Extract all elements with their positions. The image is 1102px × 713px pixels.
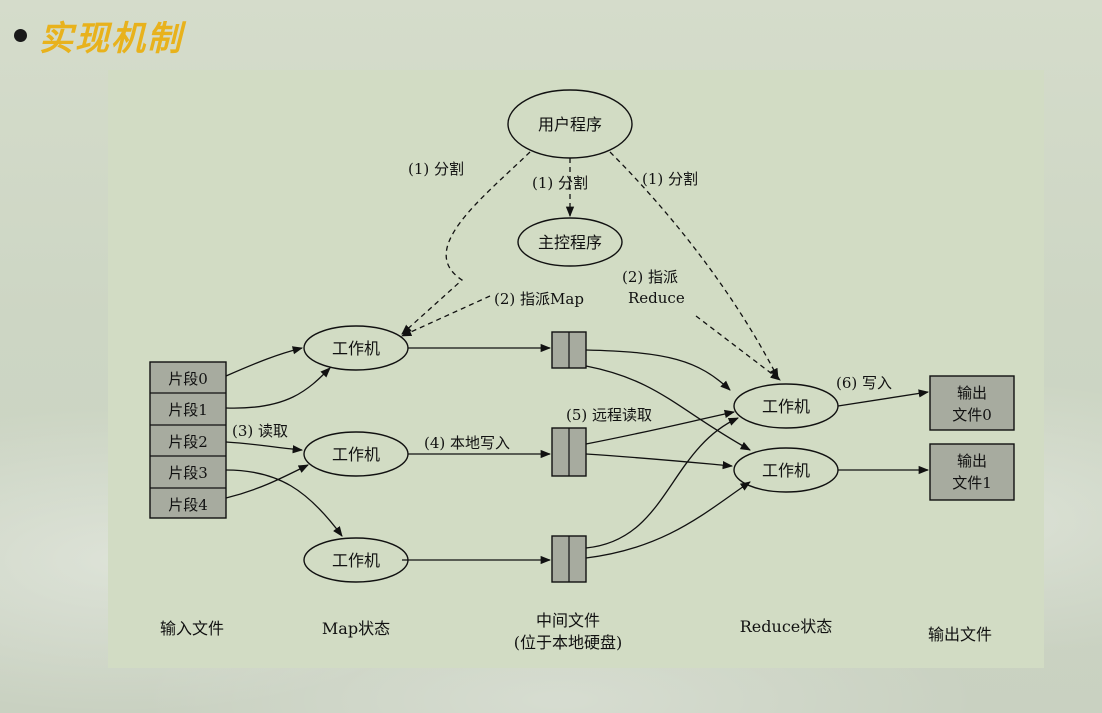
fork-left-label: (1) 分割 [408,160,464,178]
file1-to-reduce1-arrow [585,349,731,391]
map-worker-2-label: 工作机 [332,445,380,464]
input-files-stack: 片段0 片段1 片段2 片段3 片段4 [149,361,227,519]
read-arrow-split0 [225,346,304,377]
mapreduce-diagram: 用户程序 主控程序 工作机 工作机 工作机 工作机 工作机 片段0 片段1 片段… [149,89,1015,652]
file3-to-reduce2-arrow [585,481,751,559]
read-label: (3) 读取 [232,422,288,440]
split-4-label: 片段4 [168,496,208,514]
output-file-1: 输出 文件1 [929,443,1015,501]
fork-right-label: (1) 分割 [642,170,698,188]
master-label: 主控程序 [538,233,602,252]
stage-intermediate-label-1: 中间文件 [536,611,600,630]
local-write-label: (4) 本地写入 [424,434,510,452]
stage-reduce-label: Reduce状态 [740,617,833,636]
output-file-1-line2: 文件1 [952,474,992,492]
diagram-panel: 用户程序 主控程序 工作机 工作机 工作机 工作机 工作机 片段0 片段1 片段… [108,70,1044,668]
remote-read-label: (5) 远程读取 [566,406,652,424]
stage-output-label: 输出文件 [928,625,992,644]
read-arrow-split1 [225,367,331,409]
stage-map-label: Map状态 [322,619,390,638]
map-worker-3: 工作机 [303,537,409,583]
assign-reduce-arrow [695,315,781,381]
split-2-label: 片段2 [168,433,208,451]
reduce-worker-1: 工作机 [733,383,839,429]
output-file-0-line2: 文件0 [952,406,992,424]
reduce1-write-arrow [837,389,930,407]
fork-mid-label: (1) 分割 [532,174,588,192]
read-arrow-split2 [225,441,304,454]
split-0-label: 片段0 [168,370,208,388]
assign-map-label: (2) 指派Map [494,290,584,308]
intermediate-file-3 [551,535,587,583]
slide-title-row: 实现机制 [14,10,183,60]
bullet-icon [14,28,27,42]
stage-labels: 输入文件 Map状态 中间文件 (位于本地硬盘) Reduce状态 输出文件 [160,611,992,652]
intermediate-file-2 [551,427,587,477]
assign-reduce-label-2: Reduce [628,289,685,307]
stage-input-label: 输入文件 [160,619,224,638]
map-worker-2: 工作机 [303,431,409,477]
read-arrow-split3 [225,469,343,537]
split-1-label: 片段1 [168,401,208,419]
write-label: (6) 写入 [836,374,892,392]
map-worker-1: 工作机 [303,325,409,371]
stage-intermediate-label-2: (位于本地硬盘) [514,633,623,652]
slide-title: 实现机制 [39,18,183,59]
file3-to-reduce1-arrow [585,417,739,549]
reduce-worker-1-label: 工作机 [762,397,810,416]
map-worker-3-label: 工作机 [332,551,380,570]
output-file-0: 输出 文件0 [929,375,1015,431]
master-node: 主控程序 [517,217,623,267]
reduce-worker-2: 工作机 [733,447,839,493]
assign-map-arrow [401,295,491,337]
intermediate-file-1 [551,331,587,369]
map-worker-1-label: 工作机 [332,339,380,358]
assign-reduce-label-1: (2) 指派 [622,268,678,286]
file2-to-reduce2-arrow [585,453,734,470]
output-file-1-line1: 输出 [957,452,987,470]
user-program-label: 用户程序 [538,115,602,134]
reduce-worker-2-label: 工作机 [762,461,810,480]
user-program-node: 用户程序 [507,89,633,159]
output-file-0-line1: 输出 [957,384,987,402]
split-3-label: 片段3 [168,464,208,482]
control-arrows [401,151,781,381]
